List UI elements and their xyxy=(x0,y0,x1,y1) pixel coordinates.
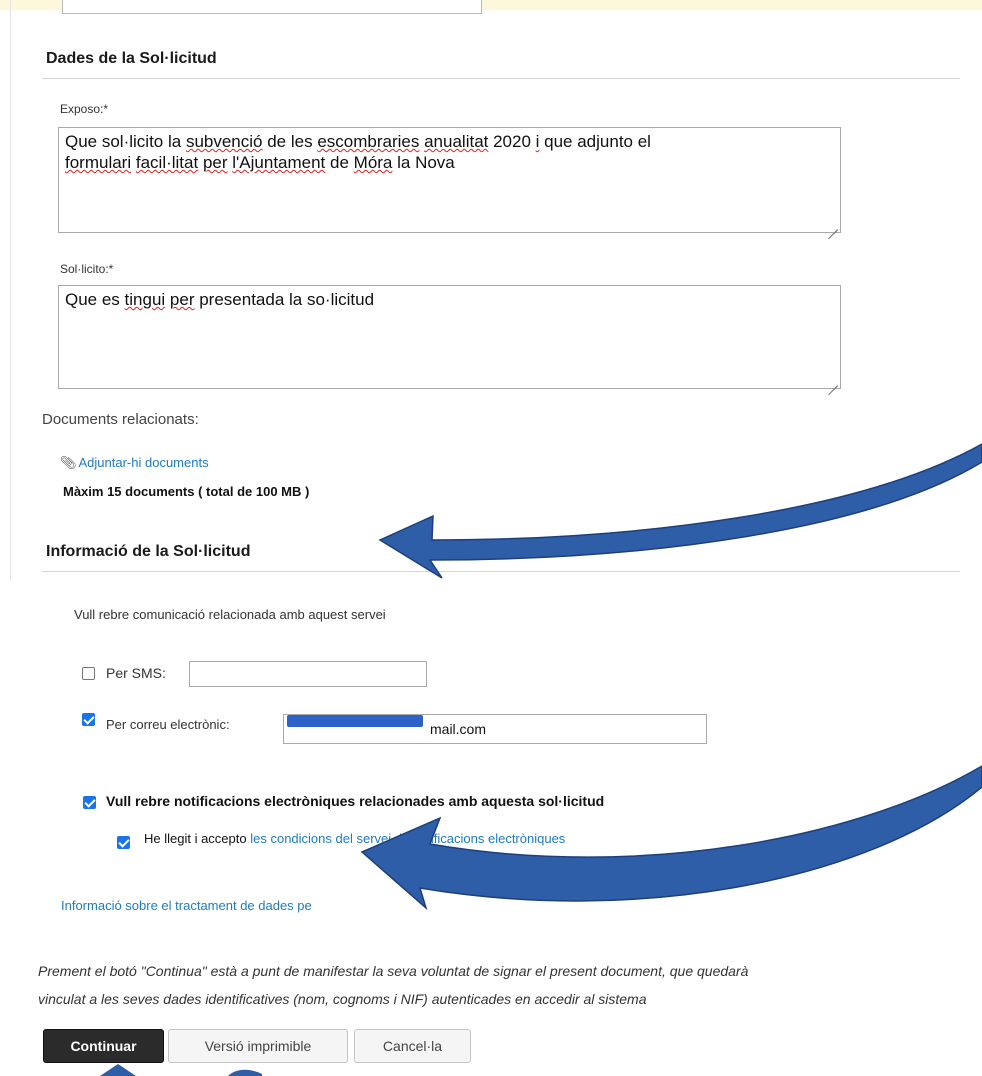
annotation-arrow-documents xyxy=(378,443,982,579)
electronic-notifications-label: Vull rebre notificacions electròniques r… xyxy=(106,793,605,809)
previous-input[interactable] xyxy=(62,0,482,14)
signature-notice-line-2: vinculat a les seves dades identificativ… xyxy=(38,991,647,1007)
attach-documents-link[interactable]: 📎︎ Adjuntar-hi documents xyxy=(60,455,209,471)
solicito-textarea[interactable]: Que es tingui per presentada la so·licit… xyxy=(58,285,841,389)
email-label: Per correu electrònic: xyxy=(106,717,230,732)
redaction-mark xyxy=(287,715,423,727)
continue-button[interactable]: Continuar xyxy=(43,1029,164,1063)
sms-input[interactable] xyxy=(189,661,427,687)
solicito-text: Que es tingui per presentada la so·licit… xyxy=(65,290,375,309)
exposo-label: Exposo:* xyxy=(60,102,109,116)
cancel-button[interactable]: Cancel·la xyxy=(354,1029,471,1063)
annotation-arrow-continue-tip xyxy=(100,1064,136,1076)
exposo-textarea[interactable]: Que sol·licito la subvenció de les escom… xyxy=(58,127,841,233)
electronic-notifications-checkbox[interactable] xyxy=(83,796,96,809)
related-documents-label: Documents relacionats: xyxy=(42,411,199,428)
sms-checkbox[interactable] xyxy=(82,667,95,680)
email-checkbox[interactable] xyxy=(82,713,95,726)
accept-conditions-checkbox[interactable] xyxy=(117,836,130,849)
left-border-line xyxy=(10,0,11,580)
signature-notice-line-1: Prement el botó "Continua" està a punt d… xyxy=(38,963,749,979)
solicito-label: Sol·licito:* xyxy=(60,262,114,276)
section-title-request-data: Dades de la Sol·licitud xyxy=(46,50,217,67)
printable-version-button[interactable]: Versió imprimible xyxy=(168,1029,348,1063)
exposo-text: Que sol·licito la subvenció de les escom… xyxy=(65,132,651,172)
annotation-arrow-printable-tip xyxy=(228,1069,262,1076)
section-title-request-info: Informació de la Sol·licitud xyxy=(46,543,251,560)
paperclip-icon: 📎︎ xyxy=(60,455,77,470)
notification-conditions-link[interactable]: les condicions del servei de notificacio… xyxy=(250,831,565,846)
resize-grip-icon[interactable] xyxy=(828,220,838,230)
communication-text: Vull rebre comunicació relacionada amb a… xyxy=(74,607,386,622)
sms-label: Per SMS: xyxy=(106,665,166,681)
data-treatment-info-link[interactable]: Informació sobre el tractament de dades … xyxy=(61,898,312,913)
accept-conditions-text: He llegit i accepto les condicions del s… xyxy=(144,831,566,846)
previous-field-strip xyxy=(0,0,982,14)
section-divider xyxy=(42,78,960,79)
section-divider xyxy=(42,571,960,572)
resize-grip-icon[interactable] xyxy=(828,376,838,386)
max-documents-info: Màxim 15 documents ( total de 100 MB ) xyxy=(63,484,310,499)
